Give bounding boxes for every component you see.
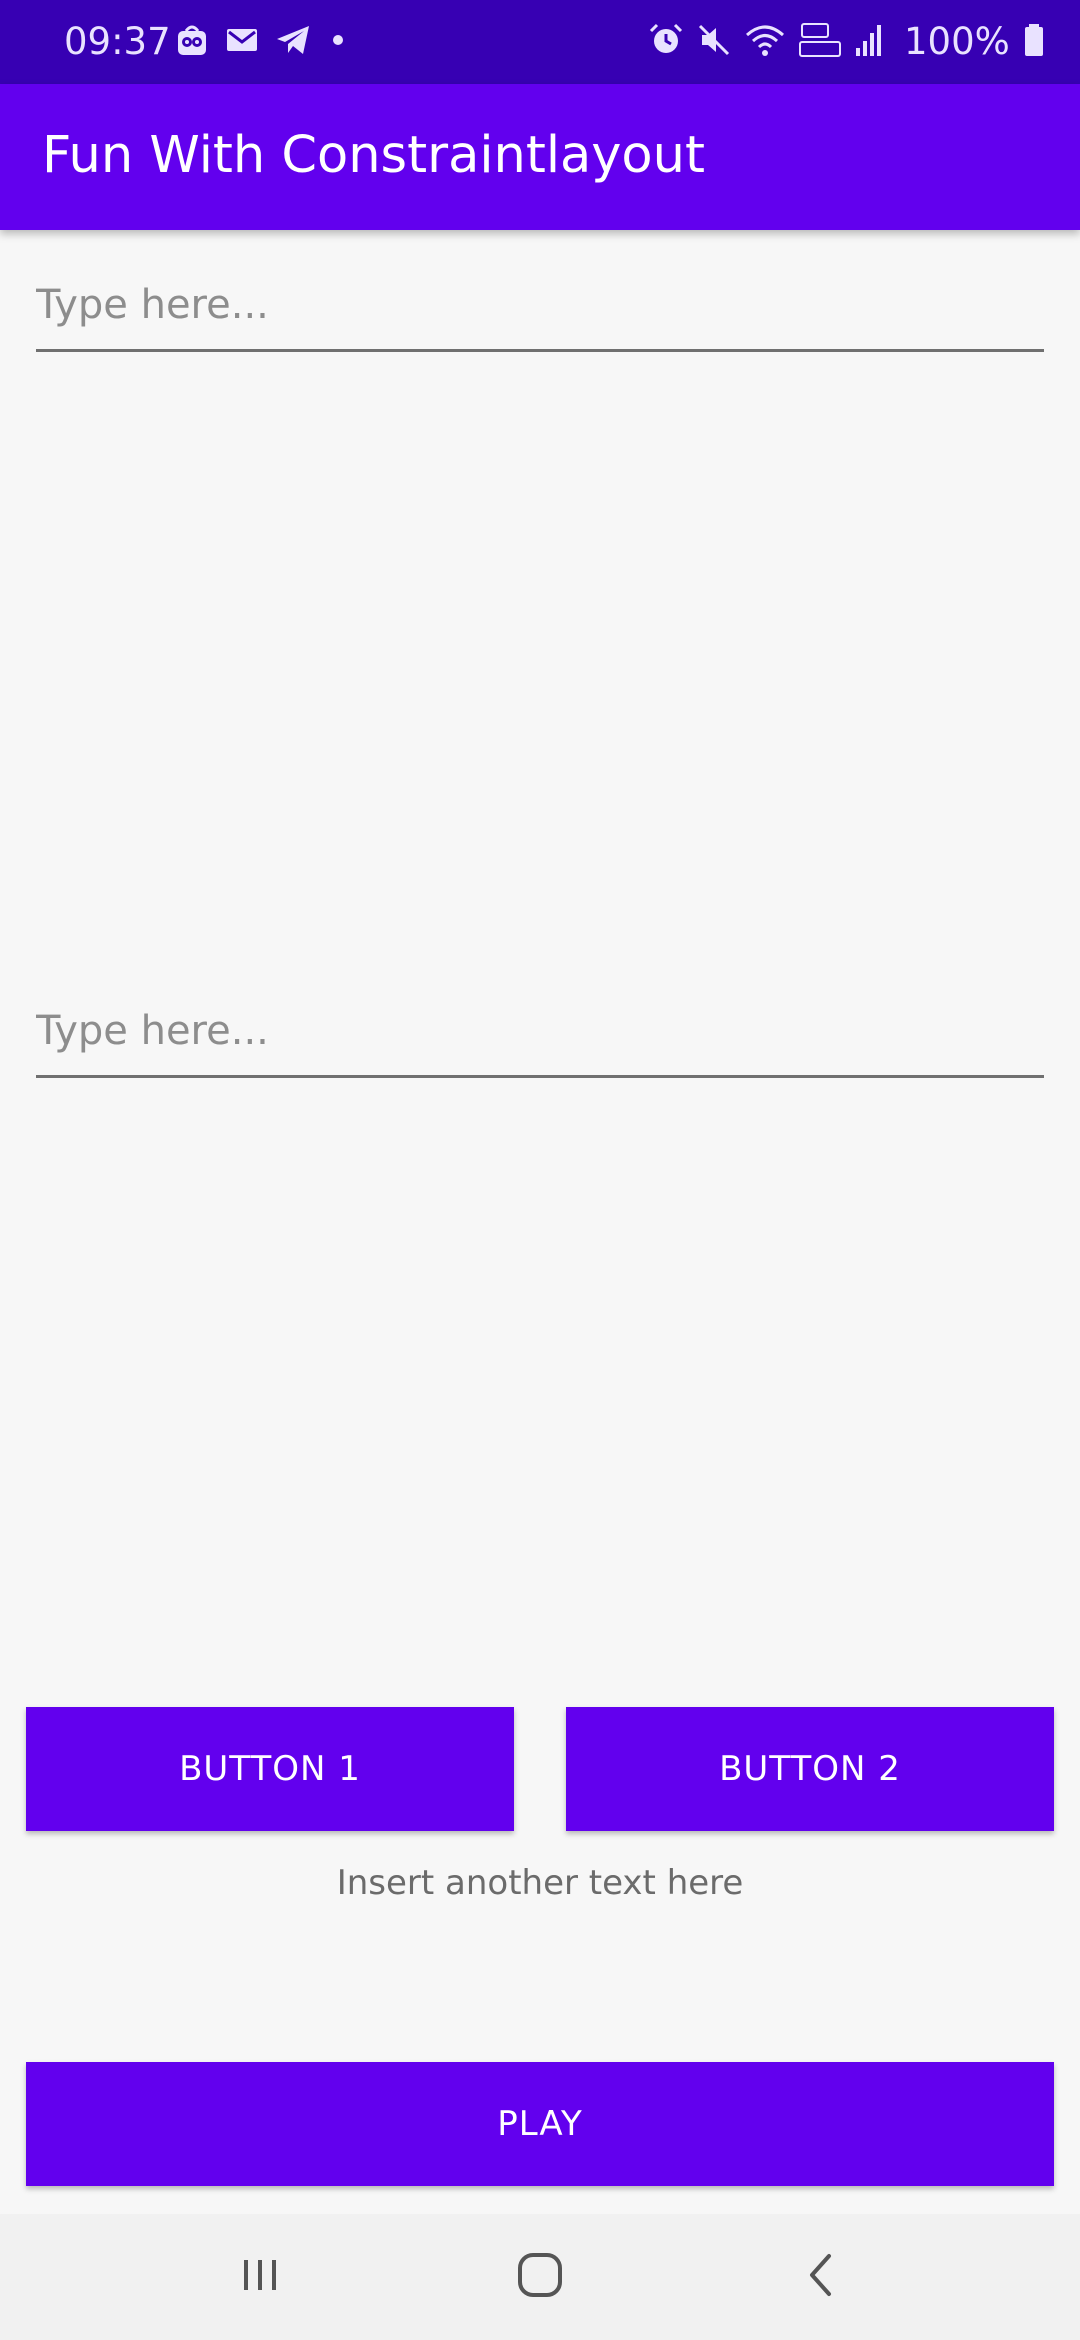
app-title: Fun With Constraintlayout xyxy=(42,126,705,185)
signal-icon xyxy=(854,22,884,62)
first-text-input[interactable] xyxy=(36,260,1044,352)
home-icon xyxy=(514,2249,566,2305)
battery-percentage: 100% xyxy=(904,20,1010,63)
status-right-icons: 100% xyxy=(648,18,1046,66)
mute-icon xyxy=(696,22,732,62)
back-button[interactable] xyxy=(772,2234,872,2320)
telegram-icon xyxy=(274,22,312,62)
status-left-icons xyxy=(174,20,350,64)
status-time: 09:37 xyxy=(64,20,171,63)
button-2[interactable]: BUTTON 2 xyxy=(566,1707,1054,1831)
alarm-icon xyxy=(648,22,684,62)
status-bar: 09:37 100% xyxy=(0,0,1080,84)
navigation-bar xyxy=(0,2214,1080,2340)
home-button[interactable] xyxy=(490,2234,590,2320)
mail-icon xyxy=(224,22,260,62)
button-1[interactable]: BUTTON 1 xyxy=(26,1707,514,1831)
battery-icon xyxy=(1022,22,1046,62)
back-icon xyxy=(797,2250,847,2304)
dot-icon xyxy=(326,22,350,62)
info-text: Insert another text here xyxy=(336,1863,744,1903)
app-bar: Fun With Constraintlayout xyxy=(0,84,1080,230)
second-text-input[interactable] xyxy=(36,986,1044,1078)
app-notification-icon xyxy=(174,22,210,62)
recents-icon xyxy=(235,2250,285,2304)
volte-lte-icon xyxy=(798,20,842,64)
wifi-icon xyxy=(744,22,786,62)
recents-button[interactable] xyxy=(210,2234,310,2320)
play-button[interactable]: PLAY xyxy=(26,2062,1054,2186)
